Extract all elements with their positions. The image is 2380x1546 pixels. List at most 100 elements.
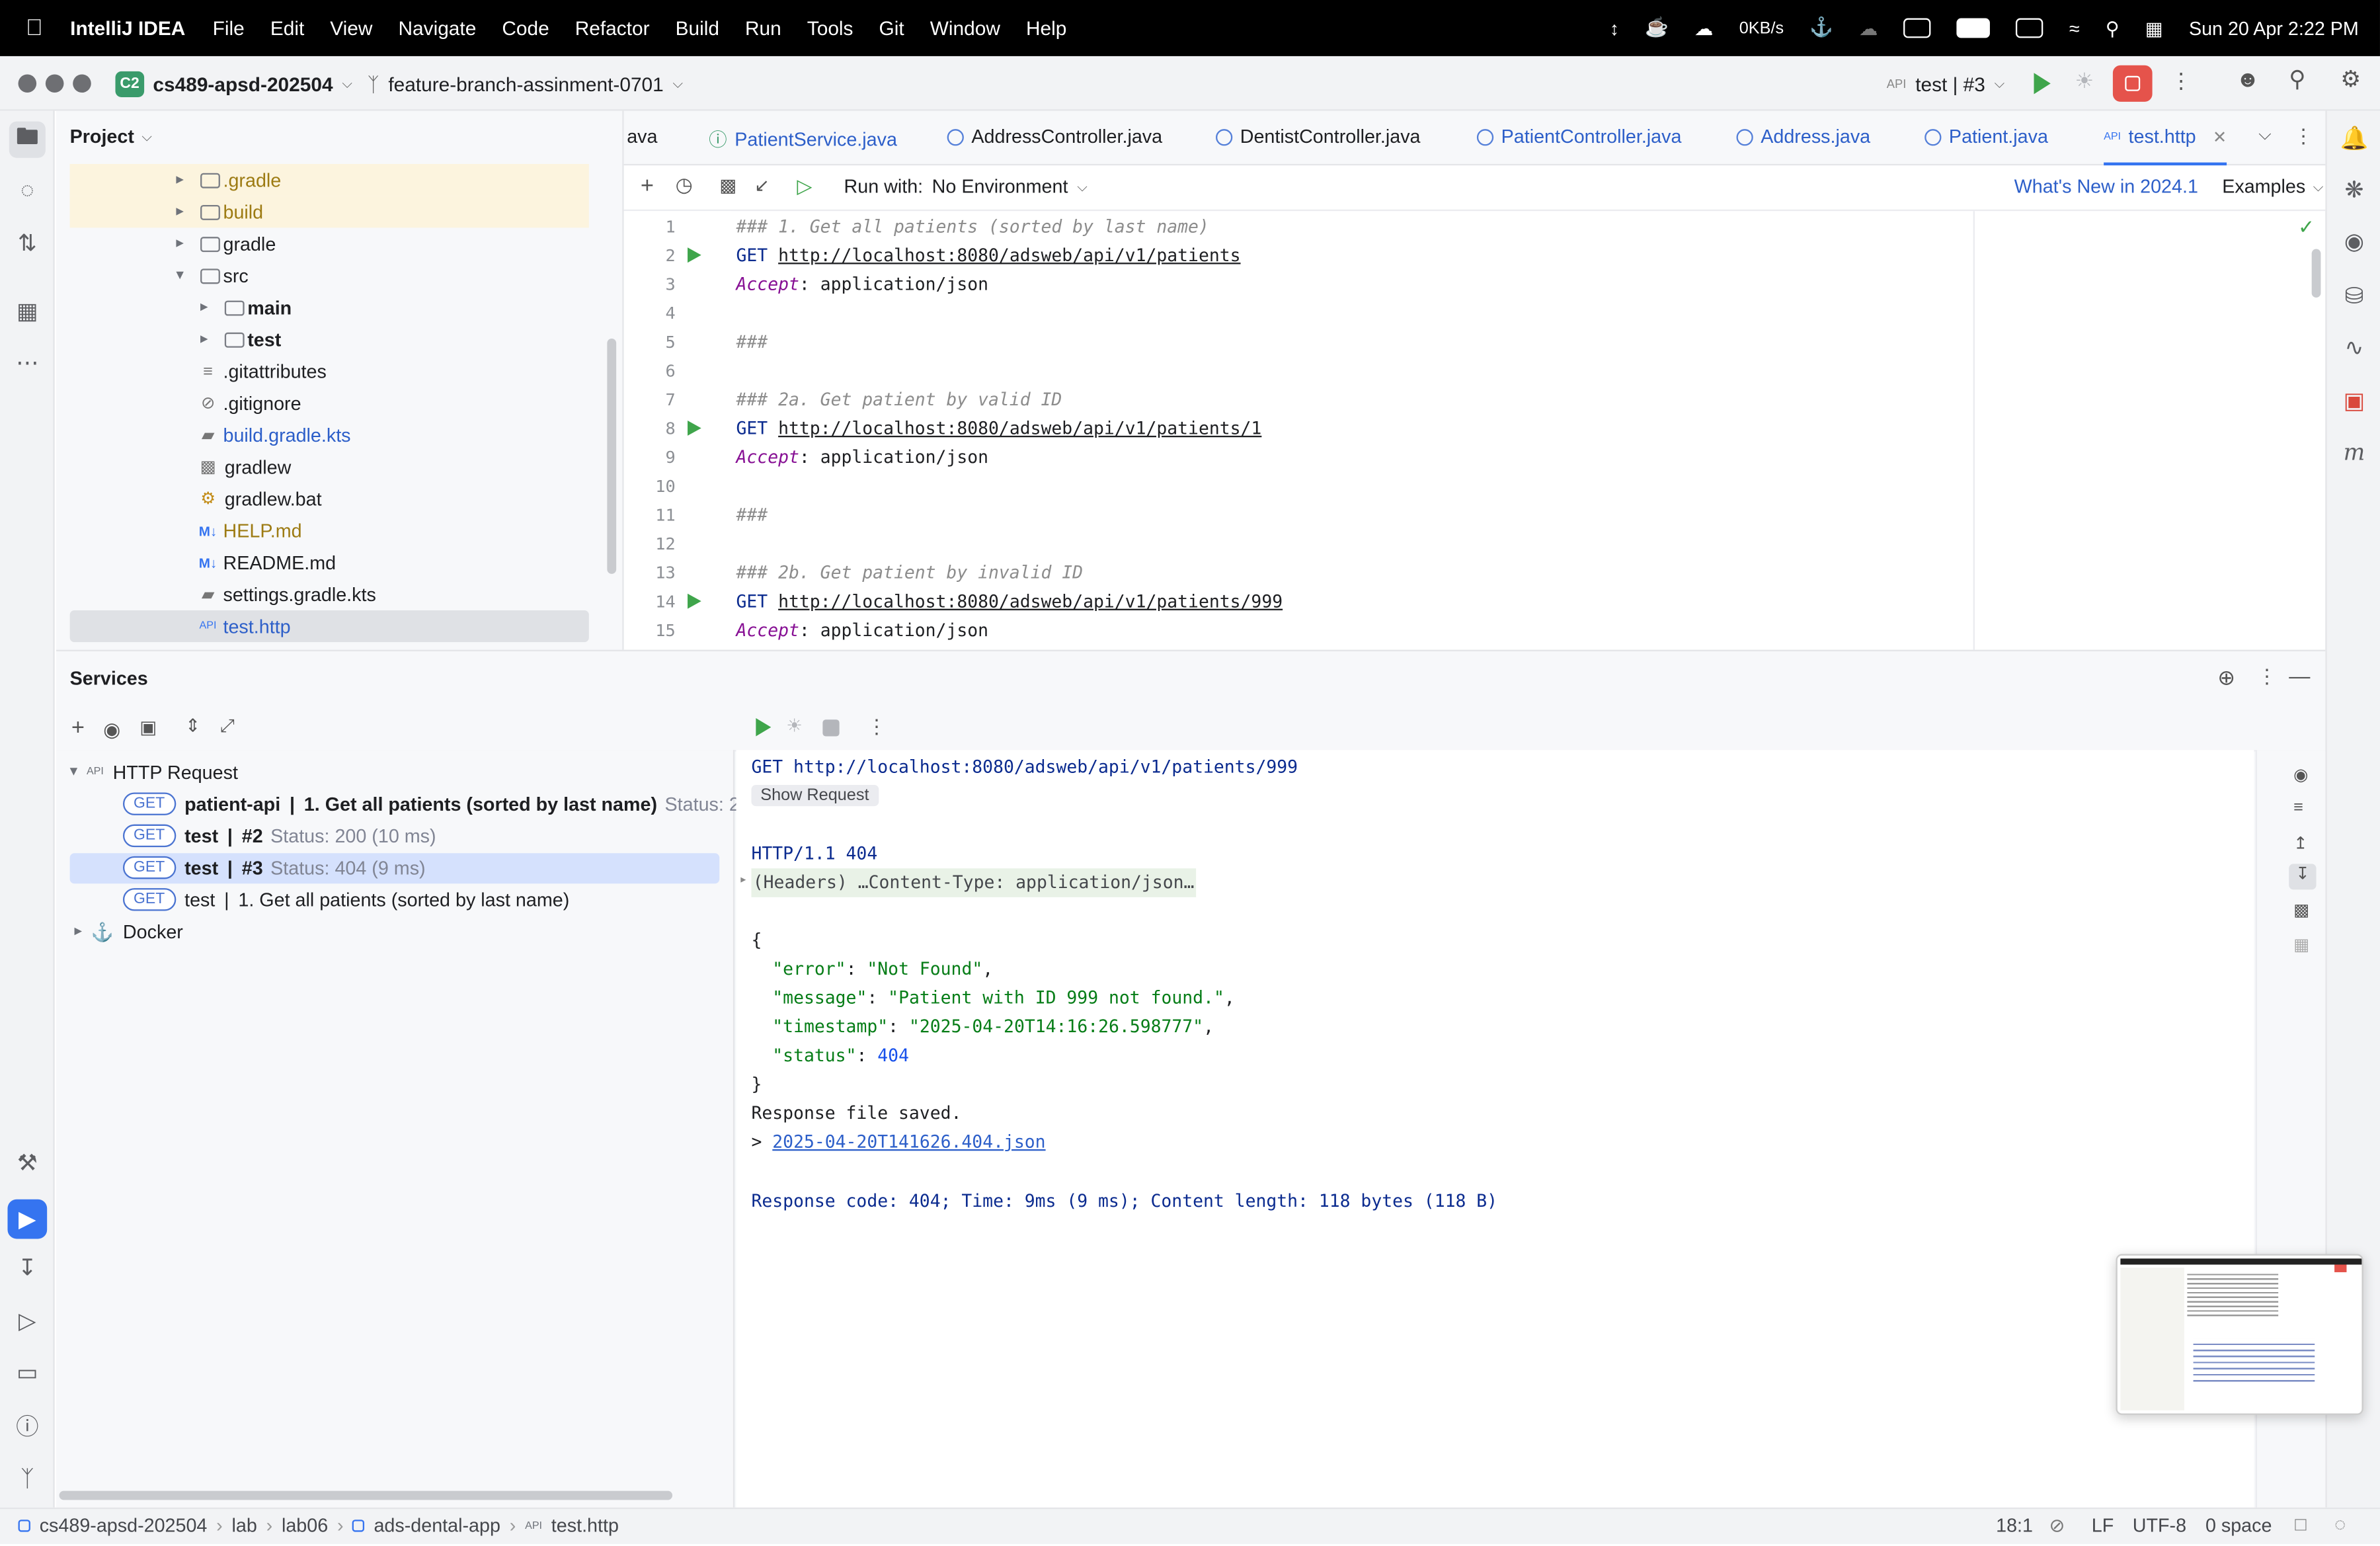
breadcrumb-item[interactable]: cs489-apsd-202504 <box>40 1515 208 1536</box>
notifications-icon[interactable]: 🔔 <box>2339 123 2369 153</box>
lock-icon[interactable]: □ <box>2295 1514 2306 1535</box>
breadcrumb-item[interactable]: ads-dental-app <box>374 1515 500 1536</box>
chevron-right-icon[interactable]: ▸ <box>176 204 184 220</box>
git-icon[interactable]: ᛉ <box>12 1463 42 1494</box>
battery-icon[interactable] <box>1957 18 1991 38</box>
maven-icon[interactable]: m <box>2339 437 2369 468</box>
network-speed[interactable]: 0KB/s <box>1739 19 1784 38</box>
image-icon[interactable]: ▦ <box>2293 935 2309 956</box>
chevron-right-icon[interactable]: ▸ <box>200 331 208 348</box>
breadcrumb-item[interactable]: lab06 <box>282 1515 328 1536</box>
more-actions-icon[interactable]: ⋮ <box>2293 124 2313 149</box>
chevron-down-icon[interactable]: ▾ <box>176 267 184 284</box>
scroll-end-icon[interactable]: ↧ <box>2289 864 2317 890</box>
add-user-icon[interactable]: ☻ <box>2236 67 2260 93</box>
tab-address[interactable]: Address.java <box>1736 126 1870 147</box>
chevron-down-icon[interactable]: ▾ <box>70 764 78 780</box>
tree-item-gradle-cache[interactable]: ▸ .gradle <box>69 163 589 196</box>
line-separator[interactable]: LF <box>2092 1515 2114 1536</box>
tab-address-controller[interactable]: AddressController.java <box>947 126 1162 147</box>
profiler-icon[interactable]: ↧ <box>12 1252 42 1283</box>
tab-patient[interactable]: Patient.java <box>1924 126 2048 147</box>
pull-requests-icon[interactable]: ⇅ <box>12 227 42 258</box>
import-icon[interactable]: ↙ <box>754 175 770 196</box>
project-folder-icon[interactable]: 🖿 <box>9 121 46 158</box>
indent-setting[interactable]: 0 space <box>2205 1515 2272 1536</box>
project-view-selector[interactable]: Project ⌵ <box>70 126 152 147</box>
tree-item-build-gradle-kts[interactable]: ▰ build.gradle.kts <box>70 419 589 451</box>
minimize-window-icon[interactable] <box>45 74 64 93</box>
coffee-icon[interactable]: ☕ <box>1645 17 1669 39</box>
chevron-right-icon[interactable]: ▸ <box>176 235 184 252</box>
chevron-right-icon[interactable]: ▸ <box>200 299 208 315</box>
upload-icon[interactable]: ↕ <box>1610 17 1619 38</box>
collapse-all-icon[interactable]: ⤢ <box>220 715 235 737</box>
cloud-outline-icon[interactable]: ☁ <box>1859 17 1878 40</box>
tree-item-test-http[interactable]: API test.http <box>69 610 589 643</box>
commit-icon[interactable]: ◌ <box>12 175 42 205</box>
menu-view[interactable]: View <box>330 17 372 39</box>
more-actions-icon[interactable]: ⋮ <box>2257 665 2277 690</box>
request-url[interactable]: http://localhost:8080/adsweb/api/v1/pati… <box>778 590 1283 612</box>
breadcrumb-item[interactable]: lab <box>232 1515 257 1536</box>
run-tool-icon[interactable]: ▷ <box>12 1305 42 1336</box>
stop-button[interactable] <box>2112 65 2153 102</box>
terminal-icon[interactable]: ▭ <box>12 1358 42 1388</box>
tree-item-test[interactable]: ▸ test <box>70 323 589 355</box>
maximize-window-icon[interactable] <box>73 74 91 93</box>
request-row[interactable]: GET test | 1. Get all patients (sorted b… <box>122 883 569 915</box>
add-request-icon[interactable]: + <box>641 173 654 199</box>
menu-build[interactable]: Build <box>676 17 719 39</box>
request-url[interactable]: http://localhost:8080/adsweb/api/v1/pati… <box>778 417 1261 438</box>
chevron-right-icon[interactable]: ▸ <box>739 873 747 888</box>
scrollbar[interactable] <box>607 338 617 574</box>
tree-http-request[interactable]: ▾ API HTTP Request <box>70 756 238 788</box>
run-icon[interactable] <box>2034 73 2051 95</box>
run-request-icon[interactable] <box>688 420 701 436</box>
menu-git[interactable]: Git <box>879 17 904 39</box>
soft-wrap-icon[interactable]: ≡ <box>2293 799 2303 817</box>
debug-icon[interactable]: ☀ <box>786 715 803 736</box>
tree-item-readme-md[interactable]: M↓ README.md <box>70 547 589 579</box>
tree-docker[interactable]: ▸ ⚓ Docker <box>74 915 182 947</box>
project-widget[interactable]: C2 cs489-apsd-202504 ⌵ <box>115 68 352 99</box>
settings-icon[interactable]: ⚙ <box>2340 65 2361 93</box>
tree-item-src[interactable]: ▾ src <box>70 260 589 292</box>
tree-item-build[interactable]: ▸ build <box>69 196 589 228</box>
ai-assistant-icon[interactable]: ❋ <box>2339 175 2369 205</box>
scroll-top-icon[interactable]: ↥ <box>2293 833 2307 854</box>
stop-icon[interactable] <box>822 719 840 737</box>
menu-code[interactable]: Code <box>502 17 549 39</box>
request-row[interactable]: GET test | #2 Status: 200 (10 ms) <box>122 820 436 852</box>
run-request-icon[interactable] <box>688 593 701 609</box>
cloud-icon[interactable]: ☁ <box>1694 17 1714 40</box>
tree-item-help-md[interactable]: M↓ HELP.md <box>70 514 589 546</box>
editor-scrollbar[interactable] <box>2311 249 2321 298</box>
tree-item-gitattributes[interactable]: ≡ .gitattributes <box>70 355 589 387</box>
copy-icon[interactable]: ▩ <box>2293 900 2309 920</box>
spotlight-icon[interactable]: ⚲ <box>2106 17 2120 40</box>
menu-tools[interactable]: Tools <box>807 17 853 39</box>
window-icon[interactable] <box>1903 18 1931 38</box>
tree-item-main[interactable]: ▸ main <box>70 292 589 323</box>
tab-patient-service[interactable]: ⓘ PatientService.java <box>709 126 897 152</box>
endpoints-icon[interactable]: ∿ <box>2339 333 2369 363</box>
add-service-icon[interactable]: + <box>71 715 85 741</box>
app-menu[interactable]: IntelliJ IDEA <box>70 17 185 39</box>
close-tab-icon[interactable]: ✕ <box>2213 127 2227 147</box>
menu-file[interactable]: File <box>213 17 245 39</box>
branch-widget[interactable]: ᛉ feature-branch-assinment-0701 ⌵ <box>368 68 684 99</box>
expand-all-icon[interactable]: ⇕ <box>185 715 200 736</box>
chevron-right-icon[interactable]: ▸ <box>74 923 82 940</box>
search-icon[interactable]: ⚲ <box>2289 65 2305 93</box>
more-actions-icon[interactable]: ⋮ <box>867 715 887 739</box>
environment-selector[interactable]: No Environment ⌵ <box>932 176 1088 197</box>
tab-test-http[interactable]: API test.http ✕ <box>2104 111 2227 166</box>
build-hammer-icon[interactable]: ⚒ <box>12 1148 42 1178</box>
keyboard-icon[interactable] <box>2016 18 2043 38</box>
debug-icon[interactable]: ☀ <box>2075 68 2094 94</box>
chevron-down-icon[interactable]: ⌵ <box>2258 126 2271 146</box>
run-request-icon[interactable] <box>688 247 701 263</box>
run-config-selector[interactable]: API test | #3 ⌵ <box>1887 68 2005 99</box>
window-preview-thumbnail[interactable] <box>2116 1254 2363 1415</box>
